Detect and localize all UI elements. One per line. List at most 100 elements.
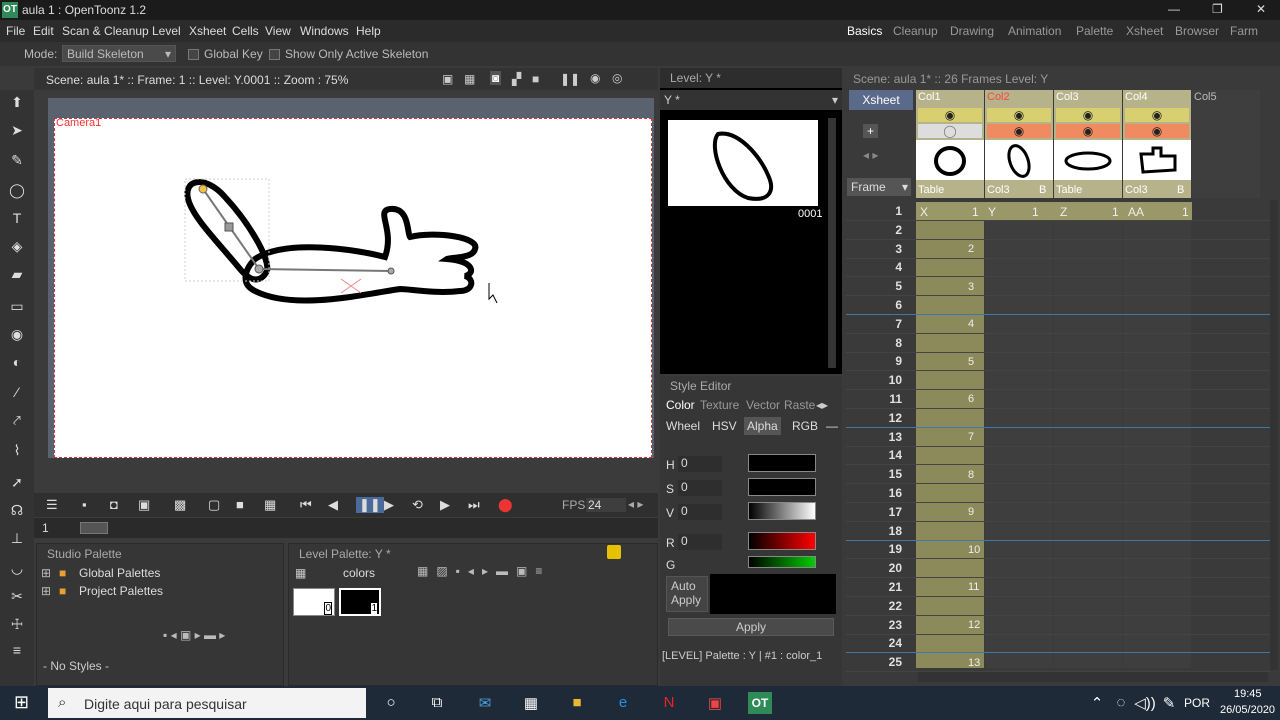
menu-windows[interactable]: Windows [300, 24, 349, 38]
bg-checker-icon[interactable]: ▩ [174, 497, 186, 513]
table-view-icon[interactable]: ▦ [464, 72, 475, 86]
checker-bg-icon[interactable]: ▦ [264, 497, 276, 513]
row-number[interactable]: 20 [872, 561, 902, 575]
row-number[interactable]: 22 [872, 599, 902, 613]
eye-icon[interactable]: ◉ [590, 71, 600, 85]
fps-slider-arrows[interactable]: ◂ ▸ [628, 497, 643, 511]
camstand-toggle-icon[interactable]: ◉ [987, 124, 1051, 138]
menu-file[interactable]: File [6, 24, 25, 38]
xsheet-h-scrollbar[interactable] [918, 672, 1268, 682]
column-pegbar[interactable]: Table [918, 184, 944, 196]
preview-icon[interactable]: ▞ [512, 72, 521, 86]
next-frame-icon[interactable]: ▶ [440, 497, 450, 513]
menu-help[interactable]: Help [356, 24, 381, 38]
row-number[interactable]: 13 [872, 430, 902, 444]
white-bg-icon[interactable]: ▢ [208, 497, 220, 513]
lock-icon[interactable] [607, 545, 621, 559]
language-indicator[interactable]: POR [1184, 696, 1210, 710]
column-header-col1[interactable]: Col1 ◉ ◯ Table [916, 90, 984, 198]
row-number[interactable]: 15 [872, 467, 902, 481]
chevron-up-icon[interactable]: ⌃ [1086, 694, 1108, 712]
fill-tool-icon[interactable]: ◈ [8, 238, 26, 256]
first-frame-icon[interactable]: ⏮ [300, 497, 312, 513]
frame-slider[interactable] [80, 522, 108, 534]
mode-hsv[interactable]: HSV [712, 419, 737, 433]
camstand-toggle-icon[interactable]: ◯ [918, 124, 982, 138]
pause-icon[interactable]: ❚❚ [356, 497, 384, 513]
column-parent-handle[interactable]: B [1039, 184, 1046, 196]
level-strip-select[interactable]: Y * ▾ [660, 90, 842, 110]
eye-icon[interactable]: ◉ [1056, 108, 1120, 122]
palette-toolbar-icons[interactable]: ▦▨▪◂▸▬▣≡ [417, 564, 550, 578]
row-number[interactable]: 19 [872, 542, 902, 556]
menu-view[interactable]: View [265, 24, 291, 38]
loop-icon[interactable]: ⟲ [412, 497, 423, 513]
xsheet-scrollbar[interactable] [1270, 200, 1278, 670]
project-palettes-item[interactable]: Project Palettes [79, 584, 163, 598]
style-chip-1[interactable]: 1 [339, 588, 381, 616]
column-pegbar[interactable]: Col3 [987, 184, 1010, 196]
close-icon[interactable]: ✕ [1256, 2, 1266, 16]
column-header-col2[interactable]: Col2 ◉ ◉ Col3 B [985, 90, 1053, 198]
column-cells-col4[interactable] [1123, 202, 1191, 668]
row-number[interactable]: 21 [872, 580, 902, 594]
eraser-tool-icon[interactable]: ▭ [8, 298, 26, 316]
paint-brush-tool-icon[interactable]: ▰ [8, 266, 26, 284]
file-explorer-icon[interactable]: ■ [566, 694, 588, 712]
row-number[interactable]: 14 [872, 448, 902, 462]
row-number[interactable]: 11 [872, 392, 902, 406]
collapse-icon[interactable]: — [826, 419, 838, 433]
channel-g-slider[interactable] [748, 556, 816, 568]
frame-zoom-select[interactable]: Frame ▾ [847, 178, 911, 196]
store-icon[interactable]: ▦ [520, 694, 542, 712]
eye-icon[interactable]: ◉ [918, 108, 982, 122]
column-header-col4[interactable]: Col4 ◉ ◉ Col3 B [1123, 90, 1191, 198]
room-palette[interactable]: Palette [1076, 24, 1113, 38]
compare-icon[interactable]: ◎ [612, 71, 622, 85]
tab-raster[interactable]: Raste [784, 398, 815, 412]
pinch-tool-icon[interactable]: ⌇ [8, 442, 26, 460]
eye-icon[interactable]: ◉ [987, 108, 1051, 122]
fps-input[interactable]: 24 [586, 498, 626, 512]
tab-color[interactable]: Color [666, 398, 695, 412]
cortana-icon[interactable]: ○ [380, 694, 402, 712]
opentoonz-taskbar-icon[interactable]: OT [748, 692, 772, 714]
channel-h-slider[interactable] [748, 454, 816, 472]
channel-s-slider[interactable] [748, 478, 816, 496]
menu-edit[interactable]: Edit [33, 24, 54, 38]
row-number[interactable]: 9 [872, 354, 902, 368]
tab-vector[interactable]: Vector [746, 398, 780, 412]
room-drawing[interactable]: Drawing [950, 24, 994, 38]
save-icon[interactable]: ▪ [82, 497, 87, 512]
pump-tool-icon[interactable]: ➚ [8, 474, 26, 492]
xsheet-tab[interactable]: Xsheet [849, 90, 913, 110]
office-icon[interactable]: ▣ [704, 694, 726, 712]
volume-icon[interactable]: ◁)) [1134, 694, 1156, 712]
snapshot-icon[interactable]: ◘ [110, 497, 118, 512]
expand-icon[interactable]: ⊞ [41, 584, 51, 598]
mode-select[interactable]: Build Skeleton ▾ [62, 45, 176, 62]
level-strip-scrollbar[interactable] [828, 118, 836, 368]
freeze-icon[interactable]: ❚❚ [560, 72, 580, 86]
palette-tab-colors[interactable]: colors [343, 566, 375, 580]
eye-icon[interactable]: ◉ [1125, 108, 1189, 122]
bender-tool-icon[interactable]: ⊥ [8, 530, 26, 548]
room-animation[interactable]: Animation [1008, 24, 1061, 38]
network-icon[interactable]: ◌ [1110, 694, 1132, 712]
row-number[interactable]: 1 [872, 204, 902, 218]
rgb-picker-tool-icon[interactable]: ⁄ [8, 384, 26, 402]
column-header-col3[interactable]: Col3 ◉ ◉ Table [1054, 90, 1122, 198]
level-strip-frame-thumb[interactable] [668, 120, 818, 206]
save-icon[interactable]: ▪ ◂ ▣ ▸ ▬ ▸ [163, 628, 225, 642]
row-number[interactable]: 17 [872, 505, 902, 519]
menu-icon[interactable]: ☰ [46, 497, 58, 513]
brush-tool-icon[interactable]: ✎ [8, 152, 26, 170]
geometric-tool-icon[interactable]: ◯ [8, 182, 26, 200]
drawing-arm[interactable] [55, 119, 651, 457]
maximize-icon[interactable]: ❐ [1212, 2, 1223, 16]
column-header-col5[interactable]: Col5 [1192, 90, 1260, 198]
mode-wheel[interactable]: Wheel [666, 419, 700, 433]
compare-snapshot-icon[interactable]: ▣ [138, 497, 150, 513]
style-picker-tool-icon[interactable]: ◐ [8, 354, 26, 372]
iron-tool-icon[interactable]: ◡ [8, 560, 26, 578]
